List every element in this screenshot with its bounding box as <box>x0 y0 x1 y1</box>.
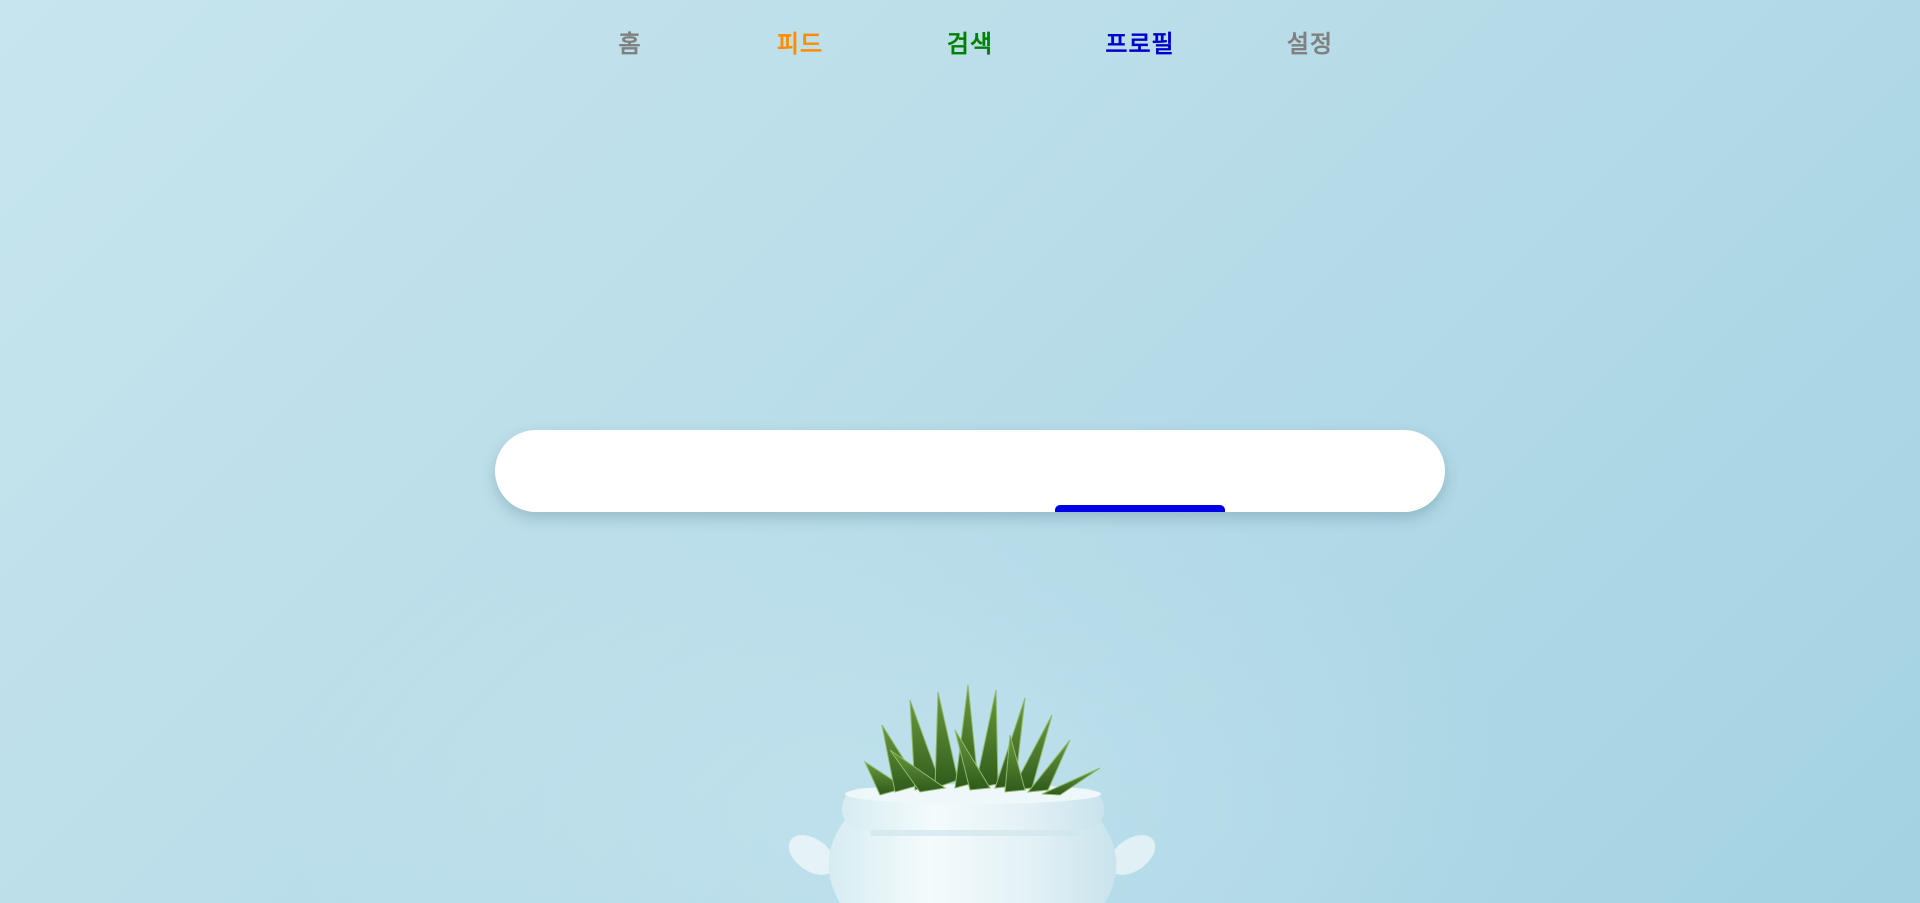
tab-profile-label: 프로필 <box>1105 29 1175 58</box>
succulent-plant-image <box>788 684 1156 903</box>
tab-home[interactable]: 홈 <box>545 0 715 82</box>
active-tab-indicator <box>1055 505 1225 512</box>
tab-settings-label: 설정 <box>1286 29 1334 58</box>
tab-bar <box>495 430 1445 512</box>
tab-search-label: 검색 <box>946 29 994 58</box>
tab-home-label: 홈 <box>618 29 642 58</box>
tab-feed-label: 피드 <box>776 29 824 58</box>
tab-feed[interactable]: 피드 <box>715 0 885 82</box>
tab-search[interactable]: 검색 <box>885 0 1055 82</box>
tab-profile[interactable]: 프로필 <box>1055 0 1225 82</box>
tab-settings[interactable]: 설정 <box>1225 0 1395 82</box>
